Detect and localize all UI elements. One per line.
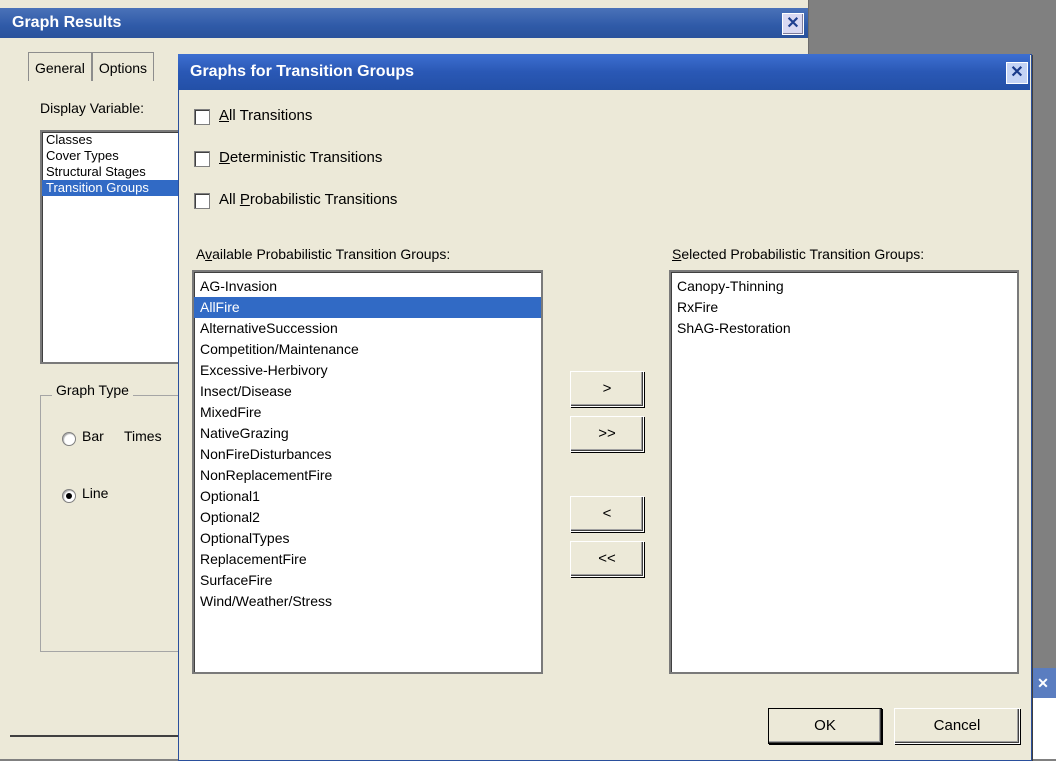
selected-groups-list[interactable]: Canopy-Thinning RxFire ShAG-Restoration	[669, 270, 1019, 674]
remove-all-button[interactable]: <<	[570, 541, 644, 577]
graph-type-bar-label: Bar	[82, 428, 104, 444]
add-all-button[interactable]: >>	[570, 416, 644, 452]
dialog-close-icon[interactable]: ✕	[1006, 62, 1028, 84]
graph-type-label: Graph Type	[52, 382, 133, 398]
list-item[interactable]: Excessive-Herbivory	[194, 360, 541, 381]
list-item[interactable]: NativeGrazing	[194, 423, 541, 444]
display-variable-list[interactable]: Classes Cover Types Structural Stages Tr…	[40, 130, 192, 364]
list-item[interactable]: SurfaceFire	[194, 570, 541, 591]
list-item[interactable]: OptionalTypes	[194, 528, 541, 549]
list-item[interactable]: Wind/Weather/Stress	[194, 591, 541, 612]
selected-groups-label: Selected Probabilistic Transition Groups…	[672, 246, 925, 262]
deterministic-transitions-checkbox[interactable]	[194, 151, 210, 167]
tab-general[interactable]: General	[28, 52, 92, 81]
all-probabilistic-transitions-checkbox[interactable]	[194, 193, 210, 209]
all-transitions-checkbox[interactable]	[194, 109, 210, 125]
display-variable-item[interactable]: Classes	[42, 132, 192, 148]
graph-type-line-label: Line	[82, 485, 109, 501]
deterministic-transitions-label[interactable]: Deterministic Transitions	[219, 149, 382, 166]
list-item[interactable]: NonFireDisturbances	[194, 444, 541, 465]
times-label: Times	[124, 428, 162, 444]
list-item[interactable]: ShAG-Restoration	[671, 318, 1017, 339]
divider	[10, 735, 180, 737]
available-groups-list[interactable]: AG-Invasion AllFire AlternativeSuccessio…	[192, 270, 543, 674]
remove-one-button[interactable]: <	[570, 496, 644, 532]
available-groups-label: Available Probabilistic Transition Group…	[196, 246, 451, 262]
graph-results-close-icon[interactable]: ✕	[782, 13, 804, 35]
list-item[interactable]: Canopy-Thinning	[671, 276, 1017, 297]
list-item[interactable]: AG-Invasion	[194, 276, 541, 297]
list-item[interactable]: Optional2	[194, 507, 541, 528]
list-item[interactable]: AlternativeSuccession	[194, 318, 541, 339]
display-variable-item-selected[interactable]: Transition Groups	[42, 180, 192, 196]
cancel-button[interactable]: Cancel	[894, 708, 1020, 744]
display-variable-item[interactable]: Structural Stages	[42, 164, 192, 180]
all-probabilistic-transitions-label[interactable]: All Probabilistic Transitions	[219, 191, 397, 208]
ok-button[interactable]: OK	[768, 708, 882, 744]
dialog-title: Graphs for Transition Groups	[190, 63, 415, 80]
list-item[interactable]: MixedFire	[194, 402, 541, 423]
list-item[interactable]: Insect/Disease	[194, 381, 541, 402]
list-item[interactable]: ReplacementFire	[194, 549, 541, 570]
list-item[interactable]: Competition/Maintenance	[194, 339, 541, 360]
list-item[interactable]: RxFire	[671, 297, 1017, 318]
graph-type-line-radio[interactable]	[62, 489, 76, 503]
tab-options[interactable]: Options	[91, 52, 155, 81]
graph-type-bar-radio[interactable]	[62, 432, 76, 446]
list-item[interactable]: Optional1	[194, 486, 541, 507]
graph-results-title: Graph Results	[12, 14, 122, 31]
partial-window-close-icon: ✕	[1030, 668, 1056, 698]
display-variable-item[interactable]: Cover Types	[42, 148, 192, 164]
partial-window-body	[1030, 698, 1056, 759]
list-item[interactable]: NonReplacementFire	[194, 465, 541, 486]
all-transitions-label[interactable]: All Transitions	[219, 107, 312, 124]
list-item-selected[interactable]: AllFire	[194, 297, 541, 318]
add-one-button[interactable]: >	[570, 371, 644, 407]
display-variable-label: Display Variable:	[40, 100, 145, 116]
graph-results-tabs: General Options	[28, 52, 155, 82]
